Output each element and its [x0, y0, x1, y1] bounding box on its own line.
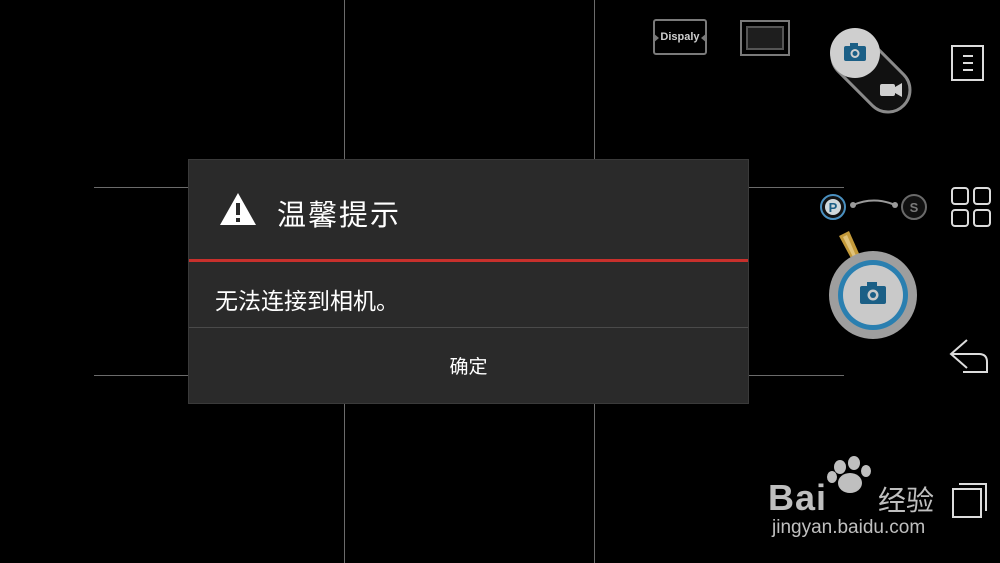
mode-connector — [852, 199, 896, 206]
watermark-url: jingyan.baidu.com — [772, 517, 926, 538]
mode-s-label[interactable]: S — [910, 200, 919, 215]
grid-view-icon[interactable] — [950, 186, 992, 228]
photo-video-switch[interactable] — [822, 24, 920, 122]
watermark-brand-cn: 经验 — [878, 484, 935, 517]
confirm-button[interactable]: 确定 — [189, 328, 748, 403]
mode-p-label[interactable]: P — [829, 200, 838, 215]
display-label: Dispaly — [660, 31, 700, 43]
dialog-message: 无法连接到相机。 — [215, 289, 399, 315]
paw-logo-icon — [827, 456, 871, 493]
display-left-arrow-icon — [653, 33, 659, 43]
menu-icon[interactable] — [950, 44, 986, 82]
display-right-arrow-icon — [701, 33, 707, 43]
alert-dialog: 温馨提示 无法连接到相机。 确定 — [189, 160, 748, 403]
display-toggle-button[interactable]: Dispaly — [653, 19, 707, 55]
frame-button[interactable] — [740, 20, 790, 56]
back-icon[interactable] — [947, 336, 991, 376]
mode-connector-end — [892, 202, 898, 208]
warning-icon — [220, 193, 256, 225]
frame-icon — [746, 26, 784, 50]
dialog-header: 温馨提示 — [189, 160, 748, 260]
mode-connector-start — [850, 202, 856, 208]
watermark-brand: Bai — [768, 477, 828, 518]
recent-apps-icon[interactable] — [950, 480, 990, 520]
shutter-button[interactable] — [825, 228, 920, 343]
video-camera-icon — [880, 83, 902, 97]
dialog-title: 温馨提示 — [277, 198, 402, 232]
dialog-title-divider — [189, 259, 748, 262]
baidu-watermark: Bai 经验 jingyan.baidu.com — [750, 455, 950, 545]
exposure-mode-selector[interactable]: P S — [817, 190, 932, 226]
